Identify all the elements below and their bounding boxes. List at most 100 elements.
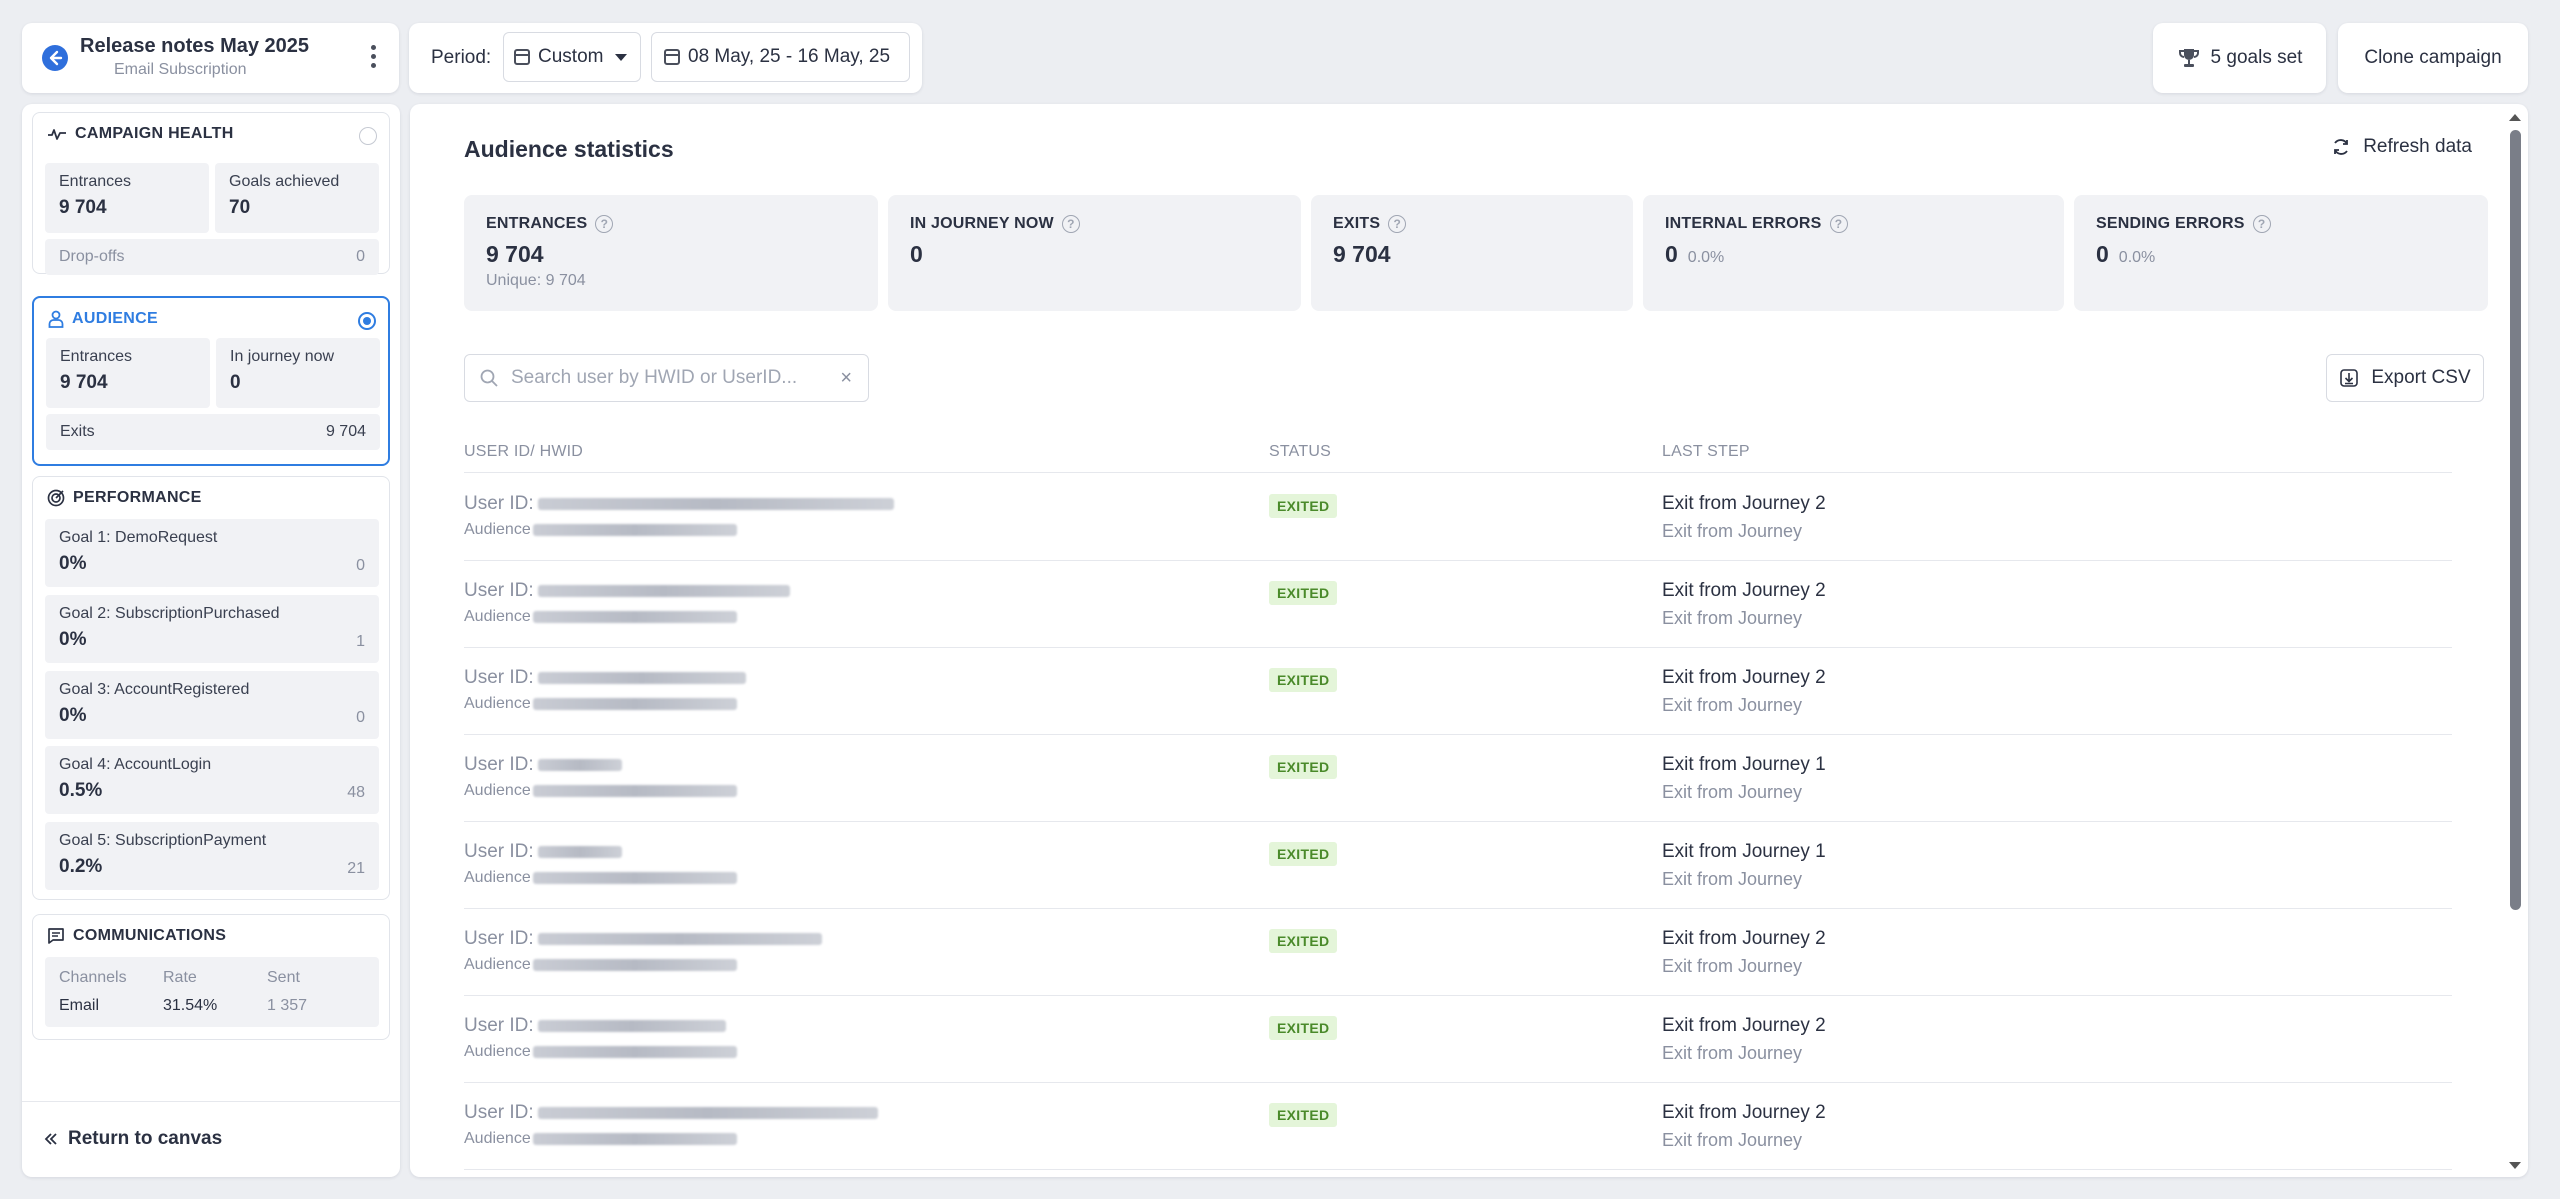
help-icon[interactable]: ? [1388, 215, 1407, 233]
search-input[interactable] [511, 367, 811, 389]
help-icon[interactable]: ? [1829, 215, 1848, 233]
redacted-text [537, 759, 622, 771]
health-entrances-label: Entrances [59, 173, 132, 190]
stat-value-row: 0 0.0% [1665, 241, 2042, 268]
search-icon [480, 369, 498, 387]
refresh-label: Refresh data [2363, 136, 2472, 157]
stat-label-text: ENTRANCES [486, 215, 588, 232]
goals-button[interactable]: 5 goals set [2153, 23, 2326, 93]
audience-header: AUDIENCE [48, 310, 158, 328]
export-csv-button[interactable]: Export CSV [2326, 354, 2484, 402]
period-select[interactable]: Custom [503, 32, 641, 82]
performance-title: PERFORMANCE [73, 489, 202, 506]
audience-entrances-tile: Entrances 9 704 [46, 338, 210, 408]
goal-count: 48 [347, 784, 365, 801]
table-row[interactable]: User ID: Audience EXITED Exit from Journ… [464, 1083, 2452, 1170]
goals-label: 5 goals set [2210, 47, 2303, 68]
communications-section[interactable]: COMMUNICATIONS Channels Rate Sent Email … [32, 914, 390, 1040]
audience-entrances-label: Entrances [60, 348, 133, 365]
audience-prefix: Audience [464, 695, 531, 712]
campaign-health-radio[interactable] [359, 127, 377, 145]
user-icon [48, 310, 64, 328]
period-select-value: Custom [538, 46, 604, 67]
audience-cell: Audience [464, 521, 737, 539]
table-row[interactable]: User ID: Audience EXITED Exit from Journ… [464, 561, 2452, 648]
status-badge: EXITED [1269, 494, 1338, 518]
table-row[interactable]: User ID: Audience EXITED Exit from Journ… [464, 909, 2452, 996]
redacted-text [532, 1046, 737, 1058]
performance-section[interactable]: PERFORMANCE Goal 1: DemoRequest 0% 0 Goa… [32, 476, 390, 900]
campaign-subtitle: Email Subscription [114, 61, 247, 78]
last-step-sub: Exit from Journey [1662, 869, 1803, 889]
audience-statistics-panel: Audience statistics Refresh data ENTRANC… [410, 104, 2528, 1177]
table-row[interactable]: User ID: Audience EXITED Exit from Journ… [464, 822, 2452, 909]
col-user-id[interactable]: USER ID/ HWID [464, 443, 583, 461]
table-row[interactable]: User ID: Audience EXITED Exit from Journ… [464, 648, 2452, 735]
clear-search-icon[interactable]: × [840, 367, 852, 390]
audience-cell: Audience [464, 695, 737, 713]
last-step-sub: Exit from Journey [1662, 782, 1803, 802]
scrollbar[interactable] [2506, 104, 2528, 1177]
status-badge: EXITED [1269, 755, 1338, 779]
health-dropoffs-label: Drop-offs [59, 248, 125, 265]
col-last-step[interactable]: LAST STEP [1662, 443, 1750, 461]
double-chevron-left-icon [44, 1133, 57, 1145]
audience-radio[interactable] [358, 312, 376, 330]
goal-label: Goal 2: SubscriptionPurchased [59, 605, 280, 622]
help-icon[interactable]: ? [1061, 215, 1080, 233]
more-options-icon[interactable] [369, 45, 377, 71]
user-id-prefix: User ID: [464, 1102, 534, 1123]
col-status[interactable]: STATUS [1269, 443, 1331, 461]
redacted-text [537, 1020, 726, 1032]
goal-count: 0 [356, 709, 365, 726]
user-id-prefix: User ID: [464, 667, 534, 688]
user-id-cell: User ID: [464, 580, 790, 602]
redacted-text [537, 498, 894, 510]
user-id-prefix: User ID: [464, 580, 534, 601]
scrollbar-thumb[interactable] [2510, 130, 2521, 910]
refresh-data-button[interactable]: Refresh data [2331, 136, 2472, 158]
scroll-down-arrow-icon[interactable] [2509, 1162, 2521, 1169]
status-badge: EXITED [1269, 1016, 1338, 1040]
redacted-text [532, 872, 737, 884]
last-step: Exit from Journey 2 [1662, 493, 1826, 514]
audience-prefix: Audience [464, 782, 531, 799]
scroll-up-arrow-icon[interactable] [2509, 114, 2521, 121]
period-label: Period: [431, 47, 492, 68]
table-row[interactable]: User ID: Audience EXITED Exit from Journ… [464, 474, 2452, 561]
goal-count: 21 [347, 860, 365, 877]
help-icon[interactable]: ? [595, 215, 614, 233]
audience-section[interactable]: AUDIENCE Entrances 9 704 In journey now … [32, 296, 390, 466]
goal-rate: 0% [59, 705, 87, 726]
last-step: Exit from Journey 2 [1662, 667, 1826, 688]
return-to-canvas-button[interactable]: Return to canvas [44, 1128, 222, 1150]
redacted-text [537, 933, 822, 945]
user-id-prefix: User ID: [464, 841, 534, 862]
back-arrow-icon[interactable] [42, 45, 68, 71]
goal-item: Goal 4: AccountLogin 0.5% 48 [45, 746, 379, 814]
goal-label: Goal 1: DemoRequest [59, 529, 218, 546]
stat-value: 9 704 [486, 241, 544, 267]
table-row[interactable]: User ID: Audience EXITED Exit from Journ… [464, 996, 2452, 1083]
status-badge: EXITED [1269, 929, 1338, 953]
audience-cell: Audience [464, 1043, 737, 1061]
target-icon [47, 489, 65, 507]
last-step-sub: Exit from Journey [1662, 956, 1803, 976]
campaign-health-section[interactable]: CAMPAIGN HEALTH Entrances 9 704 Goals ac… [32, 112, 390, 275]
col-channels: Channels [59, 969, 127, 986]
clone-campaign-button[interactable]: Clone campaign [2338, 23, 2528, 93]
table-row[interactable]: User ID: Audience EXITED Exit from Journ… [464, 735, 2452, 822]
audience-prefix: Audience [464, 1130, 531, 1147]
last-step: Exit from Journey 2 [1662, 928, 1826, 949]
redacted-text [532, 611, 737, 623]
period-filter: Period: Custom 08 May, 25 - 16 May, 25 [409, 23, 922, 93]
performance-header: PERFORMANCE [47, 489, 202, 507]
help-icon[interactable]: ? [2252, 215, 2271, 233]
goal-item: Goal 5: SubscriptionPayment 0.2% 21 [45, 822, 379, 890]
sidebar-divider [22, 1101, 400, 1102]
search-box: × [464, 354, 869, 402]
date-range-picker[interactable]: 08 May, 25 - 16 May, 25 [651, 32, 910, 82]
audience-prefix: Audience [464, 608, 531, 625]
status-badge: EXITED [1269, 668, 1338, 692]
user-id-cell: User ID: [464, 1015, 726, 1037]
